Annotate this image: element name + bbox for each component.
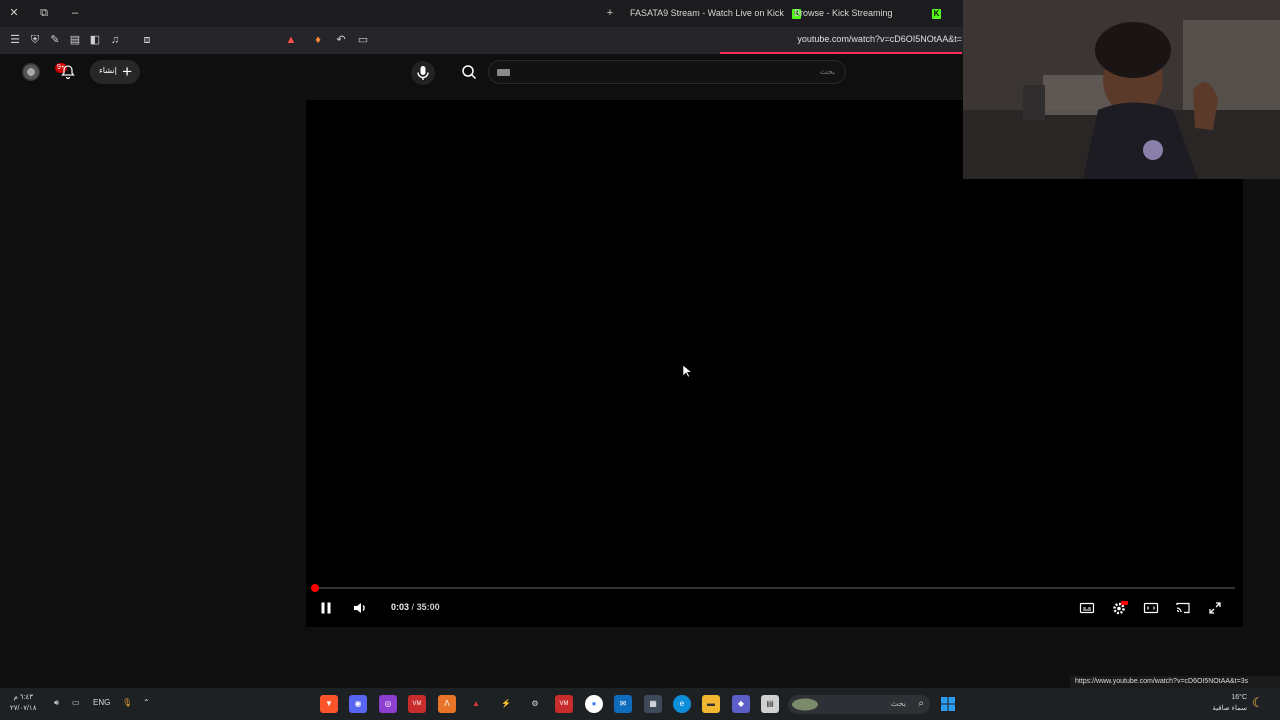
create-label: إنشاء xyxy=(99,66,117,75)
clock-time: ٦:٤٣ م xyxy=(13,694,33,701)
subtitles-icon xyxy=(1079,602,1095,614)
voicemeeter2-app-icon[interactable]: VM xyxy=(555,695,573,713)
mail-app-icon[interactable]: ✉ xyxy=(614,695,632,713)
settings-button[interactable] xyxy=(1109,598,1129,618)
time-separator: / xyxy=(411,602,415,612)
plus-icon: + xyxy=(122,62,132,81)
miniplayer-icon xyxy=(1143,602,1159,614)
tab-kick-browse[interactable]: Browse - Kick Streaming xyxy=(794,4,893,22)
gear-icon xyxy=(1113,601,1128,615)
app-yellow-icon[interactable]: ⚡ xyxy=(497,695,515,713)
fullscreen-icon xyxy=(1209,602,1221,614)
clock[interactable]: ٦:٤٣ م ٢٧/٠٧/١٨ xyxy=(10,692,36,714)
menu-icon[interactable]: ☰ xyxy=(8,33,22,47)
volume-tray-icon[interactable]: 🔊︎ xyxy=(54,698,59,708)
app-gear-icon[interactable]: ⚙ xyxy=(526,695,544,713)
search-icon: ⌕ xyxy=(918,698,924,709)
cast-tab-icon[interactable]: ▭ xyxy=(356,33,370,47)
brave-app-icon[interactable]: ▼ xyxy=(320,695,338,713)
discord-app-icon[interactable]: ◉ xyxy=(349,695,367,713)
cast-button[interactable] xyxy=(1173,598,1193,618)
network-tray-icon[interactable]: ▭ xyxy=(72,698,80,707)
store-app-icon[interactable]: ▦ xyxy=(644,695,662,713)
app-orange-icon[interactable]: Λ xyxy=(438,695,456,713)
time-display: 0:03 / 35:00 xyxy=(391,602,440,612)
pause-icon xyxy=(321,602,331,614)
shield-icon[interactable]: ⛨ xyxy=(28,33,42,47)
windows-start-icon[interactable] xyxy=(939,695,957,713)
language-indicator[interactable]: ENG xyxy=(93,698,110,707)
tab-kick-3[interactable]: K xyxy=(932,4,941,22)
avatar[interactable] xyxy=(22,63,40,81)
kick-icon: K xyxy=(932,8,941,19)
search-highlight-icon xyxy=(792,698,818,711)
music-icon[interactable]: ♫ xyxy=(108,33,122,47)
minimize-window-icon[interactable]: – xyxy=(65,4,85,22)
keyboard-icon[interactable] xyxy=(497,69,510,76)
chrome-app-icon[interactable]: ● xyxy=(585,695,603,713)
progress-bar[interactable] xyxy=(314,587,1235,589)
weather-temp: 16°C xyxy=(1231,694,1247,701)
close-window-icon[interactable]: ✕ xyxy=(4,4,24,22)
webcam-image xyxy=(963,0,1280,179)
taskbar-search[interactable]: بحث ⌕ xyxy=(788,695,930,714)
video-player[interactable]: 0:03 / 35:00 xyxy=(306,100,1243,627)
mouse-cursor xyxy=(682,364,693,383)
app-purple-icon[interactable]: ◎ xyxy=(379,695,397,713)
show-hidden-icons[interactable]: ⌃ xyxy=(143,698,150,707)
address-bar[interactable]: youtube.com/watch?v=cD6OI5NOtAA&t= xyxy=(690,34,962,48)
webcam-overlay xyxy=(963,0,1280,179)
file-explorer-icon[interactable]: ▬ xyxy=(702,695,720,713)
link-status-url: https://www.youtube.com/watch?v=cD6OI5NO… xyxy=(1070,676,1280,688)
search-icon xyxy=(462,65,477,80)
search-input[interactable]: بحث xyxy=(488,60,846,84)
create-button[interactable]: إنشاء + xyxy=(90,60,140,84)
progress-scrubber[interactable] xyxy=(311,584,320,592)
screenshot-icon[interactable]: ⧈ xyxy=(140,33,154,47)
pause-button[interactable] xyxy=(316,598,336,618)
volume-button[interactable] xyxy=(350,598,370,618)
bell-icon[interactable] xyxy=(60,64,76,80)
app-gray-icon[interactable]: ▤ xyxy=(761,695,779,713)
app-red-icon[interactable]: ▲ xyxy=(467,695,485,713)
volume-icon xyxy=(354,603,365,613)
tabs-icon[interactable]: ▤ xyxy=(68,33,82,47)
new-tab-icon[interactable]: + xyxy=(600,4,620,22)
brave-shields-icon[interactable]: ♦ xyxy=(311,33,325,47)
back-icon[interactable]: ↶ xyxy=(334,33,348,47)
weather-widget[interactable]: 16°C سماء صافية xyxy=(1205,692,1247,714)
mic-icon xyxy=(417,66,429,80)
fullscreen-button[interactable] xyxy=(1205,598,1225,618)
tab-label: Browse - Kick Streaming xyxy=(794,8,893,18)
tab-label: FASATA9 Stream - Watch Live on Kick xyxy=(630,8,784,18)
taskbar-search-label: بحث xyxy=(890,699,906,708)
brave-rewards-icon[interactable]: ▲ xyxy=(284,33,298,47)
search-button[interactable] xyxy=(450,60,488,84)
voicemeeter-app-icon[interactable]: VM xyxy=(408,695,426,713)
clock-date: ٢٧/٠٧/١٨ xyxy=(10,705,37,712)
subtitles-button[interactable] xyxy=(1077,598,1097,618)
current-time: 0:03 xyxy=(391,602,410,612)
weather-desc: سماء صافية xyxy=(1212,705,1247,712)
voice-search-button[interactable] xyxy=(411,61,435,85)
search-placeholder: بحث xyxy=(819,67,835,76)
edge-app-icon[interactable]: e xyxy=(673,695,691,713)
office-app-icon[interactable]: ◆ xyxy=(732,695,750,713)
microphone-tray-icon[interactable]: 🎙︎ xyxy=(122,698,132,707)
miniplayer-button[interactable] xyxy=(1141,598,1161,618)
restore-window-icon[interactable]: ⧉ xyxy=(34,4,54,22)
sidebar-icon[interactable]: ◧ xyxy=(88,33,102,47)
tab-fasata9-stream[interactable]: FASATA9 Stream - Watch Live on Kick K xyxy=(630,4,802,22)
windows-taskbar: ٦:٤٣ م ٢٧/٠٧/١٨ 🔊︎ ▭ ENG 🎙︎ ⌃ ▼ ◉ ◎ VM Λ… xyxy=(0,688,1280,720)
cast-icon xyxy=(1176,602,1190,614)
moon-icon: ☾ xyxy=(1252,695,1264,710)
duration: 35:00 xyxy=(416,602,440,612)
extensions-icon[interactable]: ✎ xyxy=(48,33,62,47)
